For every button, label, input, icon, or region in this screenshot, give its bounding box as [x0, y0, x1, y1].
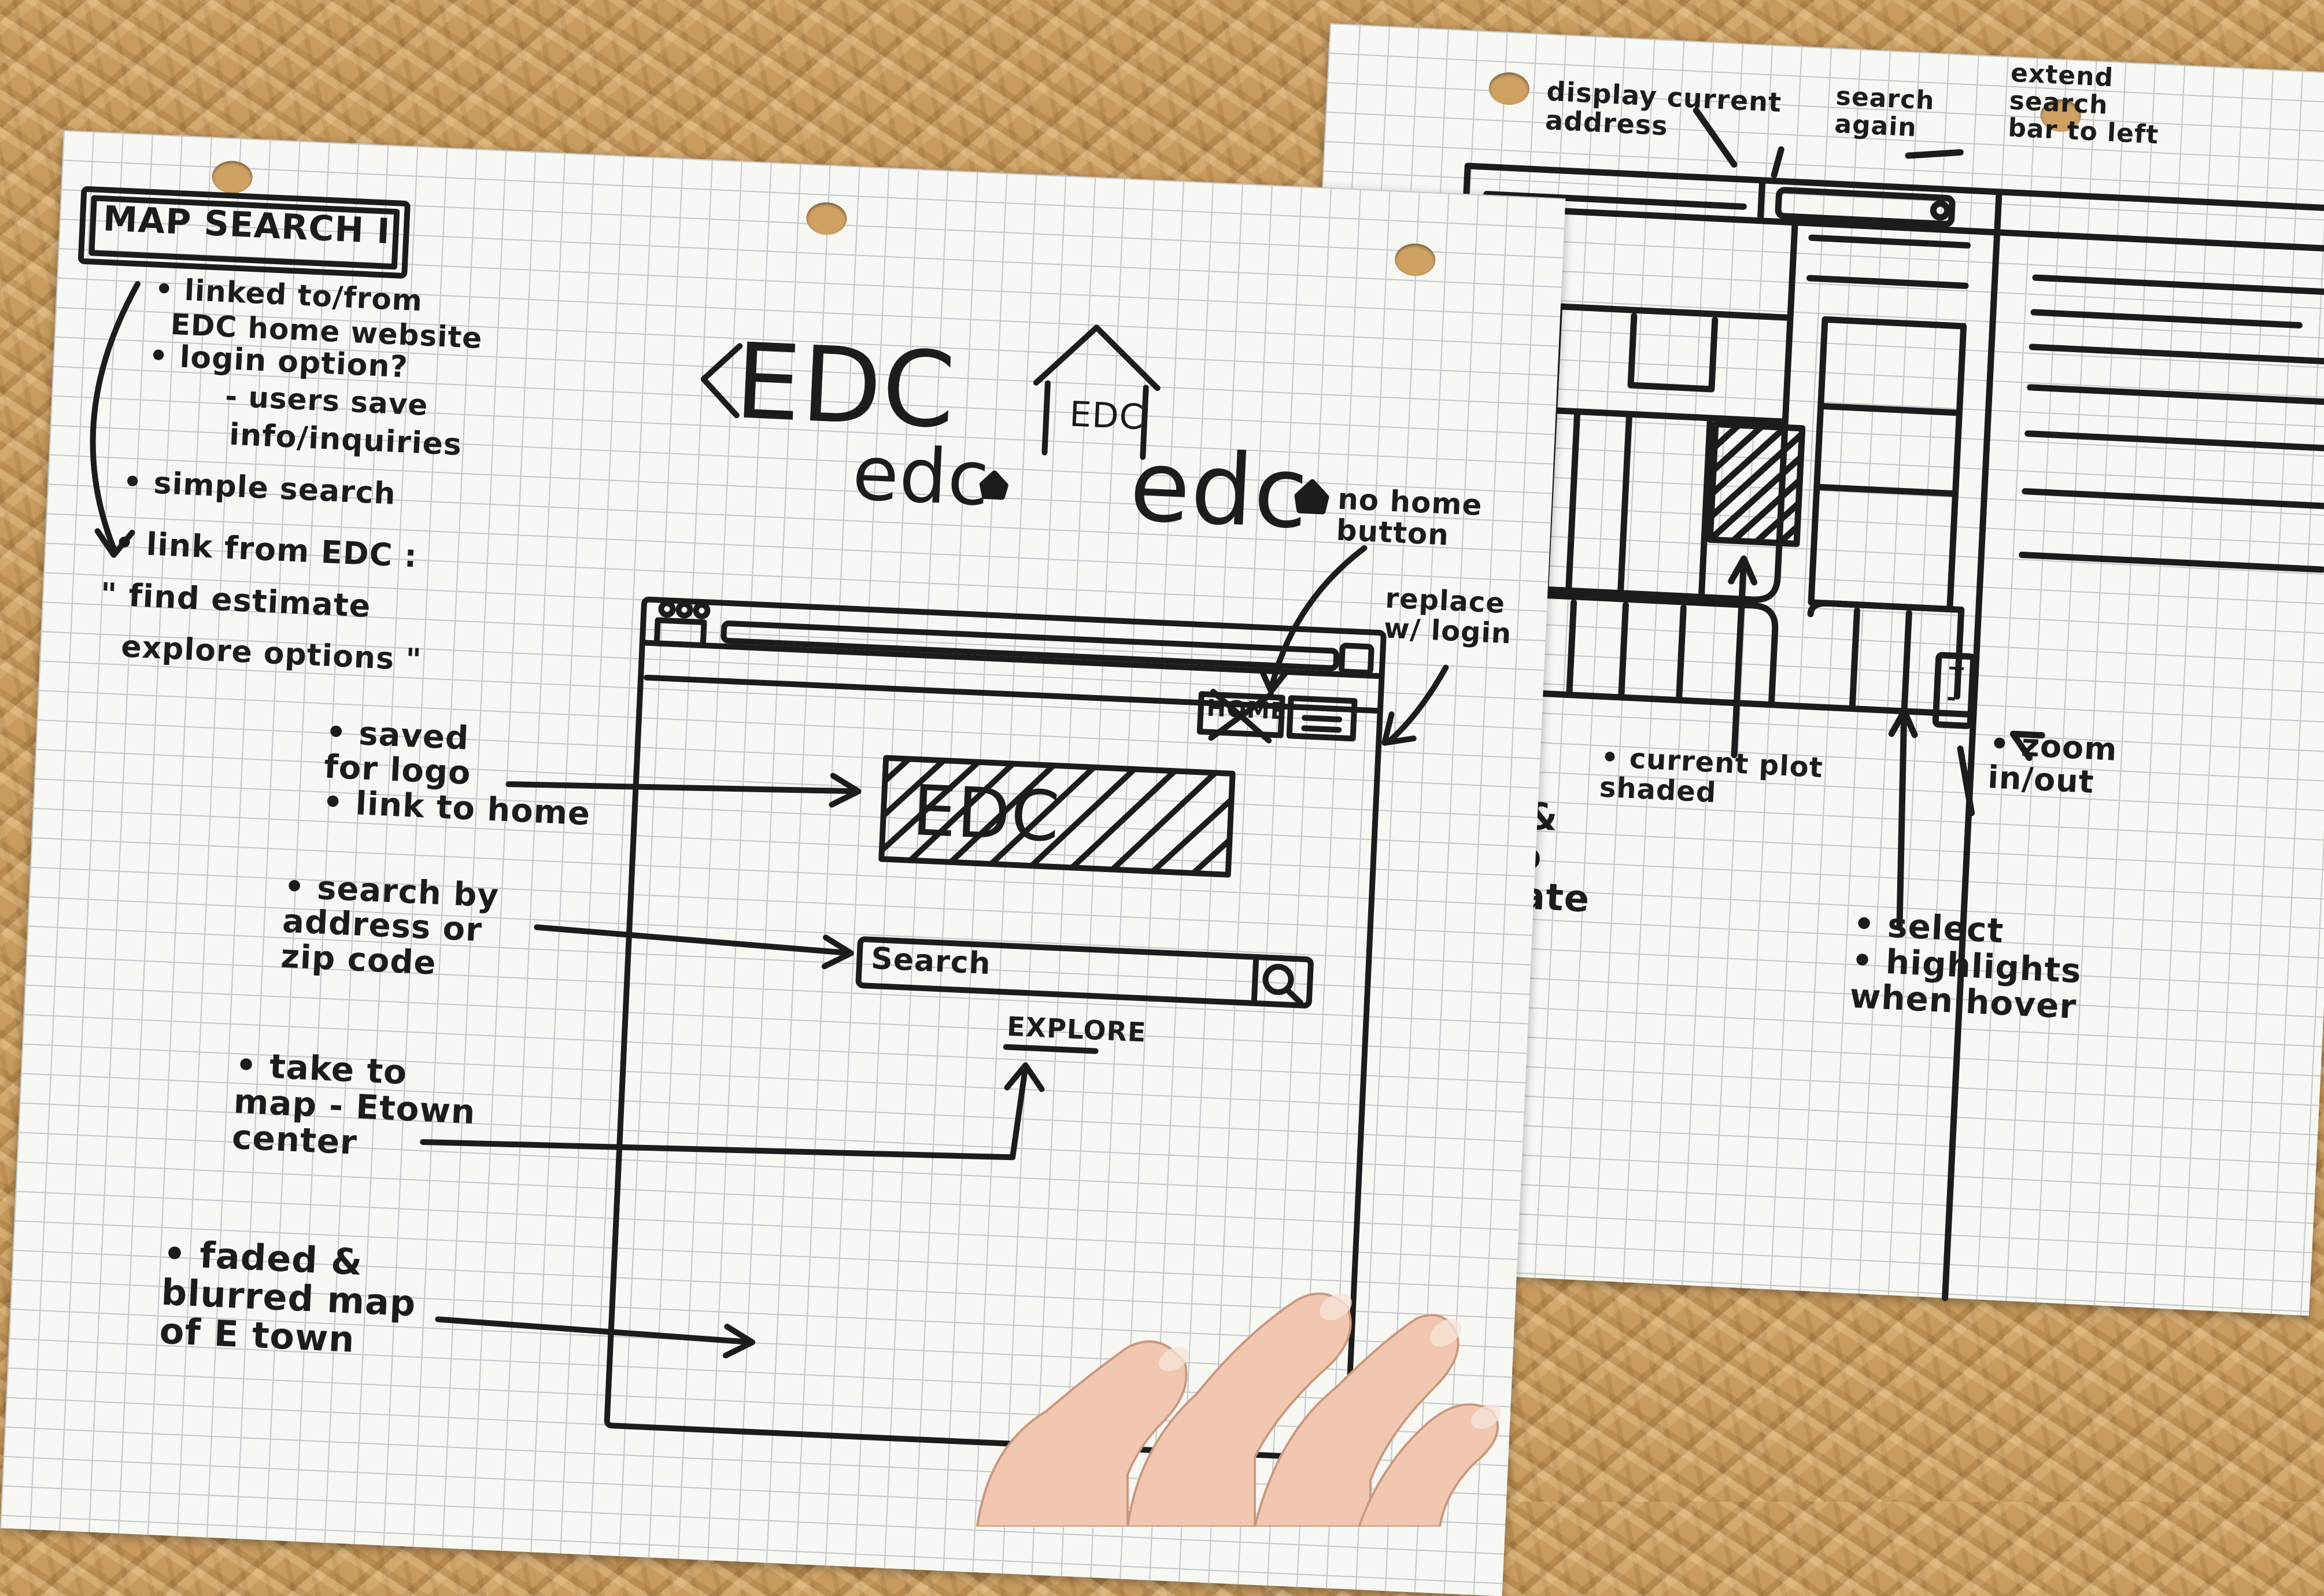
extend-search-annotation: extend search bar to left: [2007, 58, 2160, 150]
search-again-annotation: search again: [1834, 81, 1935, 143]
logo-variant-a: EDC: [732, 321, 958, 452]
wireframe-logo: EDC: [910, 770, 1062, 858]
zoom-out-icon: -: [1946, 684, 1958, 712]
wireframe-explore-button: EXPLORE: [1006, 1010, 1147, 1048]
wireframe-search-input: Search: [870, 941, 992, 982]
hand: [976, 1292, 1501, 1527]
zoom-annotation: • zoom in/out: [1987, 725, 2119, 801]
wireframe-home-button: HOME: [1206, 694, 1288, 725]
saved-logo-annotation: • saved for logo • link to home: [322, 713, 592, 833]
take-to-annotation: • take to map - Etown center: [231, 1045, 476, 1163]
faded-map-annotation: • faded & blurred map of E town: [158, 1232, 417, 1361]
current-plot-annotation: • current plot shaded: [1598, 741, 1824, 810]
search-by-annotation: • search by address or zip code: [280, 867, 500, 982]
select-hover-annotation: • select • highlights when hover: [1849, 904, 2083, 1027]
logo-variant-c: edc: [851, 428, 992, 523]
display-current-annotation: display current address: [1544, 75, 1783, 142]
no-home-annotation: no home button: [1335, 482, 1483, 552]
zoom-in-icon: +: [1946, 654, 1968, 682]
replace-login-annotation: replace w/ login: [1383, 582, 1513, 651]
logo-variant-d: edc: [1127, 428, 1311, 552]
